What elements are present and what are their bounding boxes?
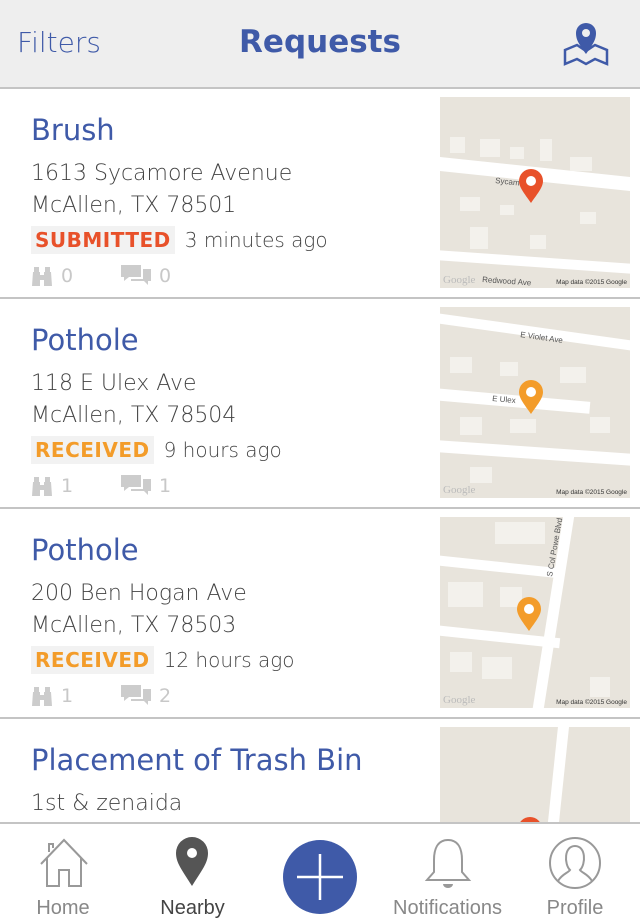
follow-count-value: 1 bbox=[61, 685, 74, 707]
map-thumbnail-image: S Col Powe BlvdGoogle Map data ©2015 Goog… bbox=[440, 517, 627, 708]
tab-profile[interactable]: Profile bbox=[535, 824, 615, 922]
binoculars-icon bbox=[32, 687, 52, 706]
request-row[interactable]: Placement of Trash Bin 1st & zenaida bbox=[0, 719, 640, 822]
comments-icon bbox=[121, 685, 151, 705]
comments-icon bbox=[121, 475, 151, 495]
map-attribution: Map data ©2015 Google bbox=[556, 698, 627, 706]
address-line-2: McAllen, TX 78501 bbox=[31, 193, 237, 218]
request-row[interactable]: Pothole 118 E Ulex Ave McAllen, TX 78504 RE… bbox=[0, 299, 640, 509]
nav-header: Filters Requests bbox=[0, 0, 640, 89]
timestamp: 3 minutes ago bbox=[184, 228, 328, 252]
follow-count[interactable]: 1 bbox=[31, 475, 121, 497]
map-logo: Google bbox=[443, 484, 476, 496]
follow-count-value: 0 bbox=[61, 265, 74, 287]
binoculars-icon bbox=[32, 267, 52, 286]
comment-count-value: 0 bbox=[159, 265, 172, 287]
location-pin-icon bbox=[176, 837, 208, 886]
bell-icon bbox=[424, 838, 472, 888]
tab-home[interactable]: Home bbox=[18, 824, 108, 922]
status-badge: SUBMITTED bbox=[31, 226, 175, 254]
status-badge: RECEIVED bbox=[31, 436, 154, 464]
tab-profile-label: Profile bbox=[546, 897, 604, 919]
street-label: Redwood Ave bbox=[482, 275, 532, 287]
map-thumbnail-image bbox=[520, 727, 570, 822]
tab-nearby[interactable]: Nearby bbox=[145, 824, 240, 922]
binoculars-icon bbox=[32, 477, 52, 496]
timestamp: 9 hours ago bbox=[163, 438, 282, 462]
tab-notifications[interactable]: Notifications bbox=[385, 824, 510, 922]
request-title: Placement of Trash Bin bbox=[31, 743, 363, 777]
request-list[interactable]: Brush 1613 Sycamore Avenue McAllen, TX 785… bbox=[0, 89, 640, 822]
address-line-1: 200 Ben Hogan Ave bbox=[31, 581, 247, 606]
follow-count[interactable]: 1 bbox=[31, 685, 121, 707]
request-map[interactable]: E Violet Ave E Ulex Google Map data ©2015 G… bbox=[440, 307, 630, 498]
comment-count[interactable]: 0 bbox=[121, 265, 211, 287]
map-logo: Google bbox=[443, 694, 476, 706]
request-title: Pothole bbox=[31, 323, 139, 357]
comment-count-value: 2 bbox=[159, 685, 172, 707]
map-pin-icon bbox=[517, 597, 541, 631]
follow-count-value: 1 bbox=[61, 475, 74, 497]
filters-button[interactable]: Filters bbox=[17, 26, 101, 59]
timestamp: 12 hours ago bbox=[163, 648, 295, 672]
comment-count-value: 1 bbox=[159, 475, 172, 497]
address-line-1: 118 E Ulex Ave bbox=[31, 371, 197, 396]
request-map[interactable]: Sycam Redwood Ave Google Map data ©2015 Goo… bbox=[440, 97, 630, 288]
tab-home-label: Home bbox=[36, 897, 90, 919]
page-title-text: Requests bbox=[239, 24, 401, 60]
map-attribution: Map data ©2015 Google bbox=[556, 278, 627, 286]
address-line-2: McAllen, TX 78503 bbox=[31, 613, 237, 638]
request-row[interactable]: Brush 1613 Sycamore Avenue McAllen, TX 785… bbox=[0, 89, 640, 299]
map-pin-icon bbox=[519, 169, 543, 203]
request-map[interactable]: S Col Powe Blvd Google Map data ©2015 Goog… bbox=[440, 517, 630, 708]
tab-bar: Home Nearby Notifications Profile bbox=[0, 822, 640, 920]
map-logo: Google bbox=[443, 274, 476, 286]
map-pin-icon bbox=[563, 23, 609, 66]
new-request-button[interactable] bbox=[283, 840, 357, 914]
request-map[interactable] bbox=[440, 727, 630, 822]
user-icon bbox=[549, 837, 601, 889]
home-icon bbox=[40, 838, 88, 887]
address-line-1: 1st & zenaida bbox=[31, 791, 183, 816]
request-title: Pothole bbox=[31, 533, 139, 567]
follow-count[interactable]: 0 bbox=[31, 265, 121, 287]
map-thumbnail-image: Sycam Redwood Ave Google Map data ©2015 Goo… bbox=[440, 137, 630, 287]
map-view-button[interactable] bbox=[562, 20, 610, 66]
comment-count[interactable]: 1 bbox=[121, 475, 211, 497]
comments-icon bbox=[121, 265, 151, 285]
request-row[interactable]: Pothole 200 Ben Hogan Ave McAllen, TX 7850… bbox=[0, 509, 640, 719]
map-attribution: Map data ©2015 Google bbox=[556, 488, 627, 496]
comment-count[interactable]: 2 bbox=[121, 685, 211, 707]
tab-notifications-label: Notifications bbox=[393, 897, 502, 919]
request-title: Brush bbox=[31, 113, 115, 147]
status-badge: RECEIVED bbox=[31, 646, 154, 674]
street-label: Sycam bbox=[495, 176, 521, 188]
address-line-1: 1613 Sycamore Avenue bbox=[31, 161, 293, 186]
address-line-2: McAllen, TX 78504 bbox=[31, 403, 237, 428]
plus-icon bbox=[297, 854, 343, 900]
map-thumbnail-image: E Violet AveE UlexGoogle Map data ©2015 G… bbox=[440, 312, 630, 496]
tab-nearby-label: Nearby bbox=[160, 897, 225, 919]
